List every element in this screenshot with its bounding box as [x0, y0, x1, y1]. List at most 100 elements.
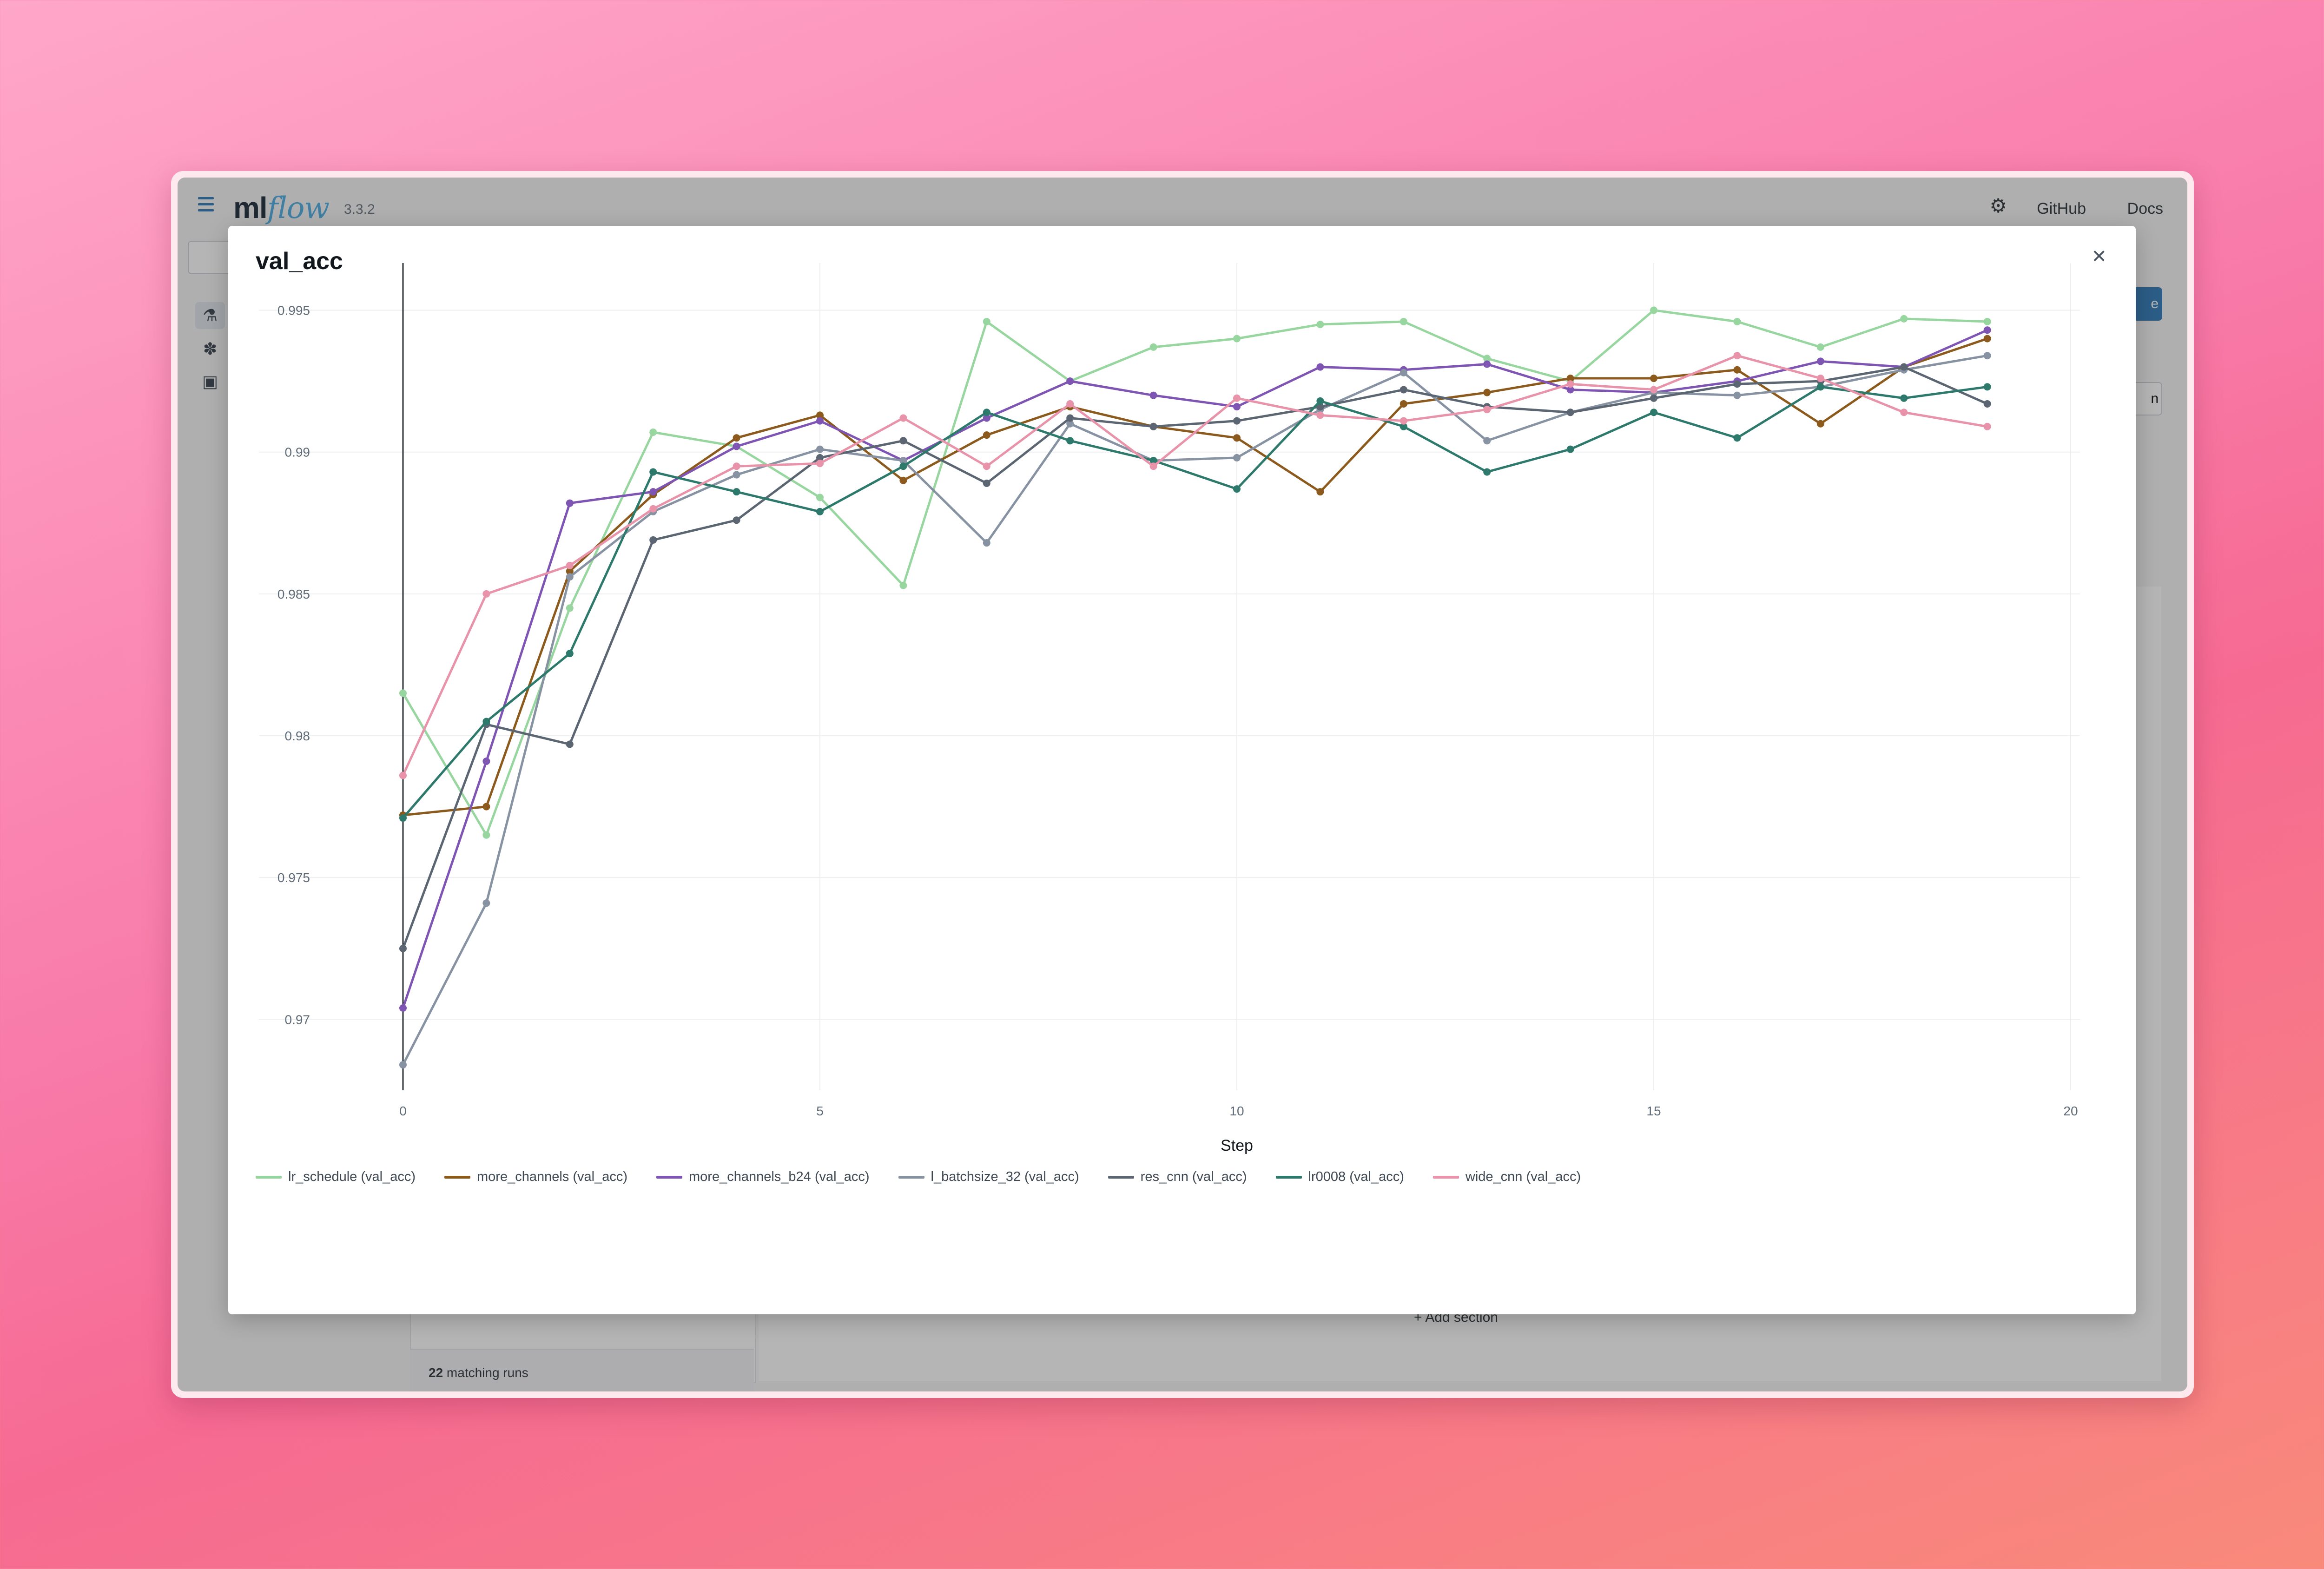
legend-label: res_cnn (val_acc): [1140, 1169, 1247, 1184]
y-tick-label: 0.97: [285, 1012, 310, 1027]
legend-label: more_channels (val_acc): [477, 1169, 627, 1184]
data-point: [1400, 417, 1407, 425]
data-point: [482, 590, 490, 598]
data-point: [1316, 321, 1324, 329]
data-point: [1483, 468, 1491, 476]
data-point: [1066, 400, 1074, 408]
metric-modal: val_acc × 0.97 0.975 0.98 0.985 0.99 0.995 0 5 1…: [228, 226, 2136, 1314]
legend-item[interactable]: res_cnn (val_acc): [1108, 1169, 1247, 1185]
data-point: [566, 561, 574, 569]
data-point: [1733, 434, 1741, 442]
legend-item[interactable]: more_channels (val_acc): [444, 1169, 627, 1185]
data-point: [1233, 403, 1241, 411]
data-point: [649, 536, 657, 544]
series-line-1: [403, 337, 1988, 817]
legend-item[interactable]: l_batchsize_32 (val_acc): [898, 1169, 1079, 1185]
data-point: [566, 573, 574, 581]
data-point: [1483, 437, 1491, 445]
legend-item[interactable]: wide_cnn (val_acc): [1433, 1169, 1581, 1185]
data-point: [399, 689, 407, 697]
data-point: [1149, 343, 1157, 351]
data-point: [733, 488, 740, 496]
legend-swatch: [1108, 1175, 1134, 1179]
data-point: [1983, 383, 1991, 391]
x-axis-label: Step: [1221, 1137, 1253, 1154]
y-tick-label: 0.995: [277, 303, 310, 318]
data-point: [482, 718, 490, 725]
data-point: [1483, 389, 1491, 396]
data-point: [1066, 414, 1074, 422]
data-point: [899, 414, 907, 422]
data-point: [1233, 454, 1241, 461]
series-line-4: [402, 366, 1988, 949]
data-point: [983, 409, 990, 416]
data-point: [1400, 400, 1407, 408]
legend-label: more_channels_b24 (val_acc): [689, 1169, 870, 1184]
x-tick-label: 20: [2063, 1104, 2078, 1118]
data-point: [1900, 315, 1908, 323]
data-point: [566, 499, 574, 507]
x-tick-label: 10: [1229, 1104, 1244, 1118]
data-point: [482, 803, 490, 811]
data-point: [1900, 363, 1908, 371]
legend-swatch: [444, 1175, 471, 1179]
y-tick-label: 0.985: [277, 587, 310, 601]
series-line-5: [402, 385, 1987, 819]
data-point: [983, 539, 990, 547]
data-point: [1233, 485, 1241, 493]
data-point: [399, 1004, 407, 1012]
data-point: [1650, 394, 1657, 402]
legend-label: lr0008 (val_acc): [1308, 1169, 1404, 1184]
series-line-3: [402, 354, 1988, 1066]
legend-swatch: [898, 1175, 924, 1179]
data-point: [816, 460, 824, 468]
data-point: [1983, 335, 1991, 343]
data-point: [1900, 394, 1908, 402]
data-point: [566, 740, 574, 748]
data-point: [1650, 386, 1657, 394]
data-point: [983, 431, 990, 439]
data-point: [733, 434, 740, 442]
legend-item[interactable]: lr_schedule (val_acc): [256, 1169, 416, 1185]
data-point: [399, 771, 407, 779]
data-point: [816, 445, 824, 453]
data-point: [1650, 306, 1657, 314]
legend-label: l_batchsize_32 (val_acc): [931, 1169, 1079, 1184]
data-point: [1650, 375, 1657, 382]
legend-item[interactable]: more_channels_b24 (val_acc): [656, 1169, 870, 1185]
data-point: [649, 505, 657, 513]
data-point: [1733, 391, 1741, 399]
data-point: [1816, 357, 1824, 365]
x-tick-label: 15: [1646, 1104, 1661, 1118]
series-line-6: [402, 354, 1988, 776]
data-point: [899, 462, 907, 470]
data-point: [1233, 335, 1241, 343]
data-point: [1983, 352, 1991, 360]
data-point: [1733, 380, 1741, 388]
x-tick-label: 0: [399, 1104, 407, 1118]
data-point: [1483, 360, 1491, 368]
data-point: [1316, 363, 1324, 371]
data-point: [1566, 409, 1574, 416]
legend-swatch: [256, 1175, 282, 1179]
data-point: [1816, 343, 1824, 351]
data-point: [1816, 375, 1824, 382]
legend-swatch: [1275, 1175, 1302, 1179]
data-point: [1233, 394, 1241, 402]
data-point: [482, 899, 490, 907]
data-point: [899, 581, 907, 589]
legend-label: wide_cnn (val_acc): [1465, 1169, 1581, 1184]
data-point: [733, 471, 740, 479]
data-point: [1400, 386, 1407, 394]
legend-swatch: [1433, 1175, 1459, 1179]
data-point: [733, 442, 740, 450]
data-point: [1066, 377, 1074, 385]
data-point: [1400, 369, 1407, 376]
data-point: [566, 604, 574, 612]
data-point: [816, 417, 824, 425]
data-point: [1233, 434, 1241, 442]
data-point: [649, 468, 657, 476]
legend-item[interactable]: lr0008 (val_acc): [1275, 1169, 1404, 1185]
data-point: [566, 650, 574, 658]
data-point: [983, 479, 990, 487]
